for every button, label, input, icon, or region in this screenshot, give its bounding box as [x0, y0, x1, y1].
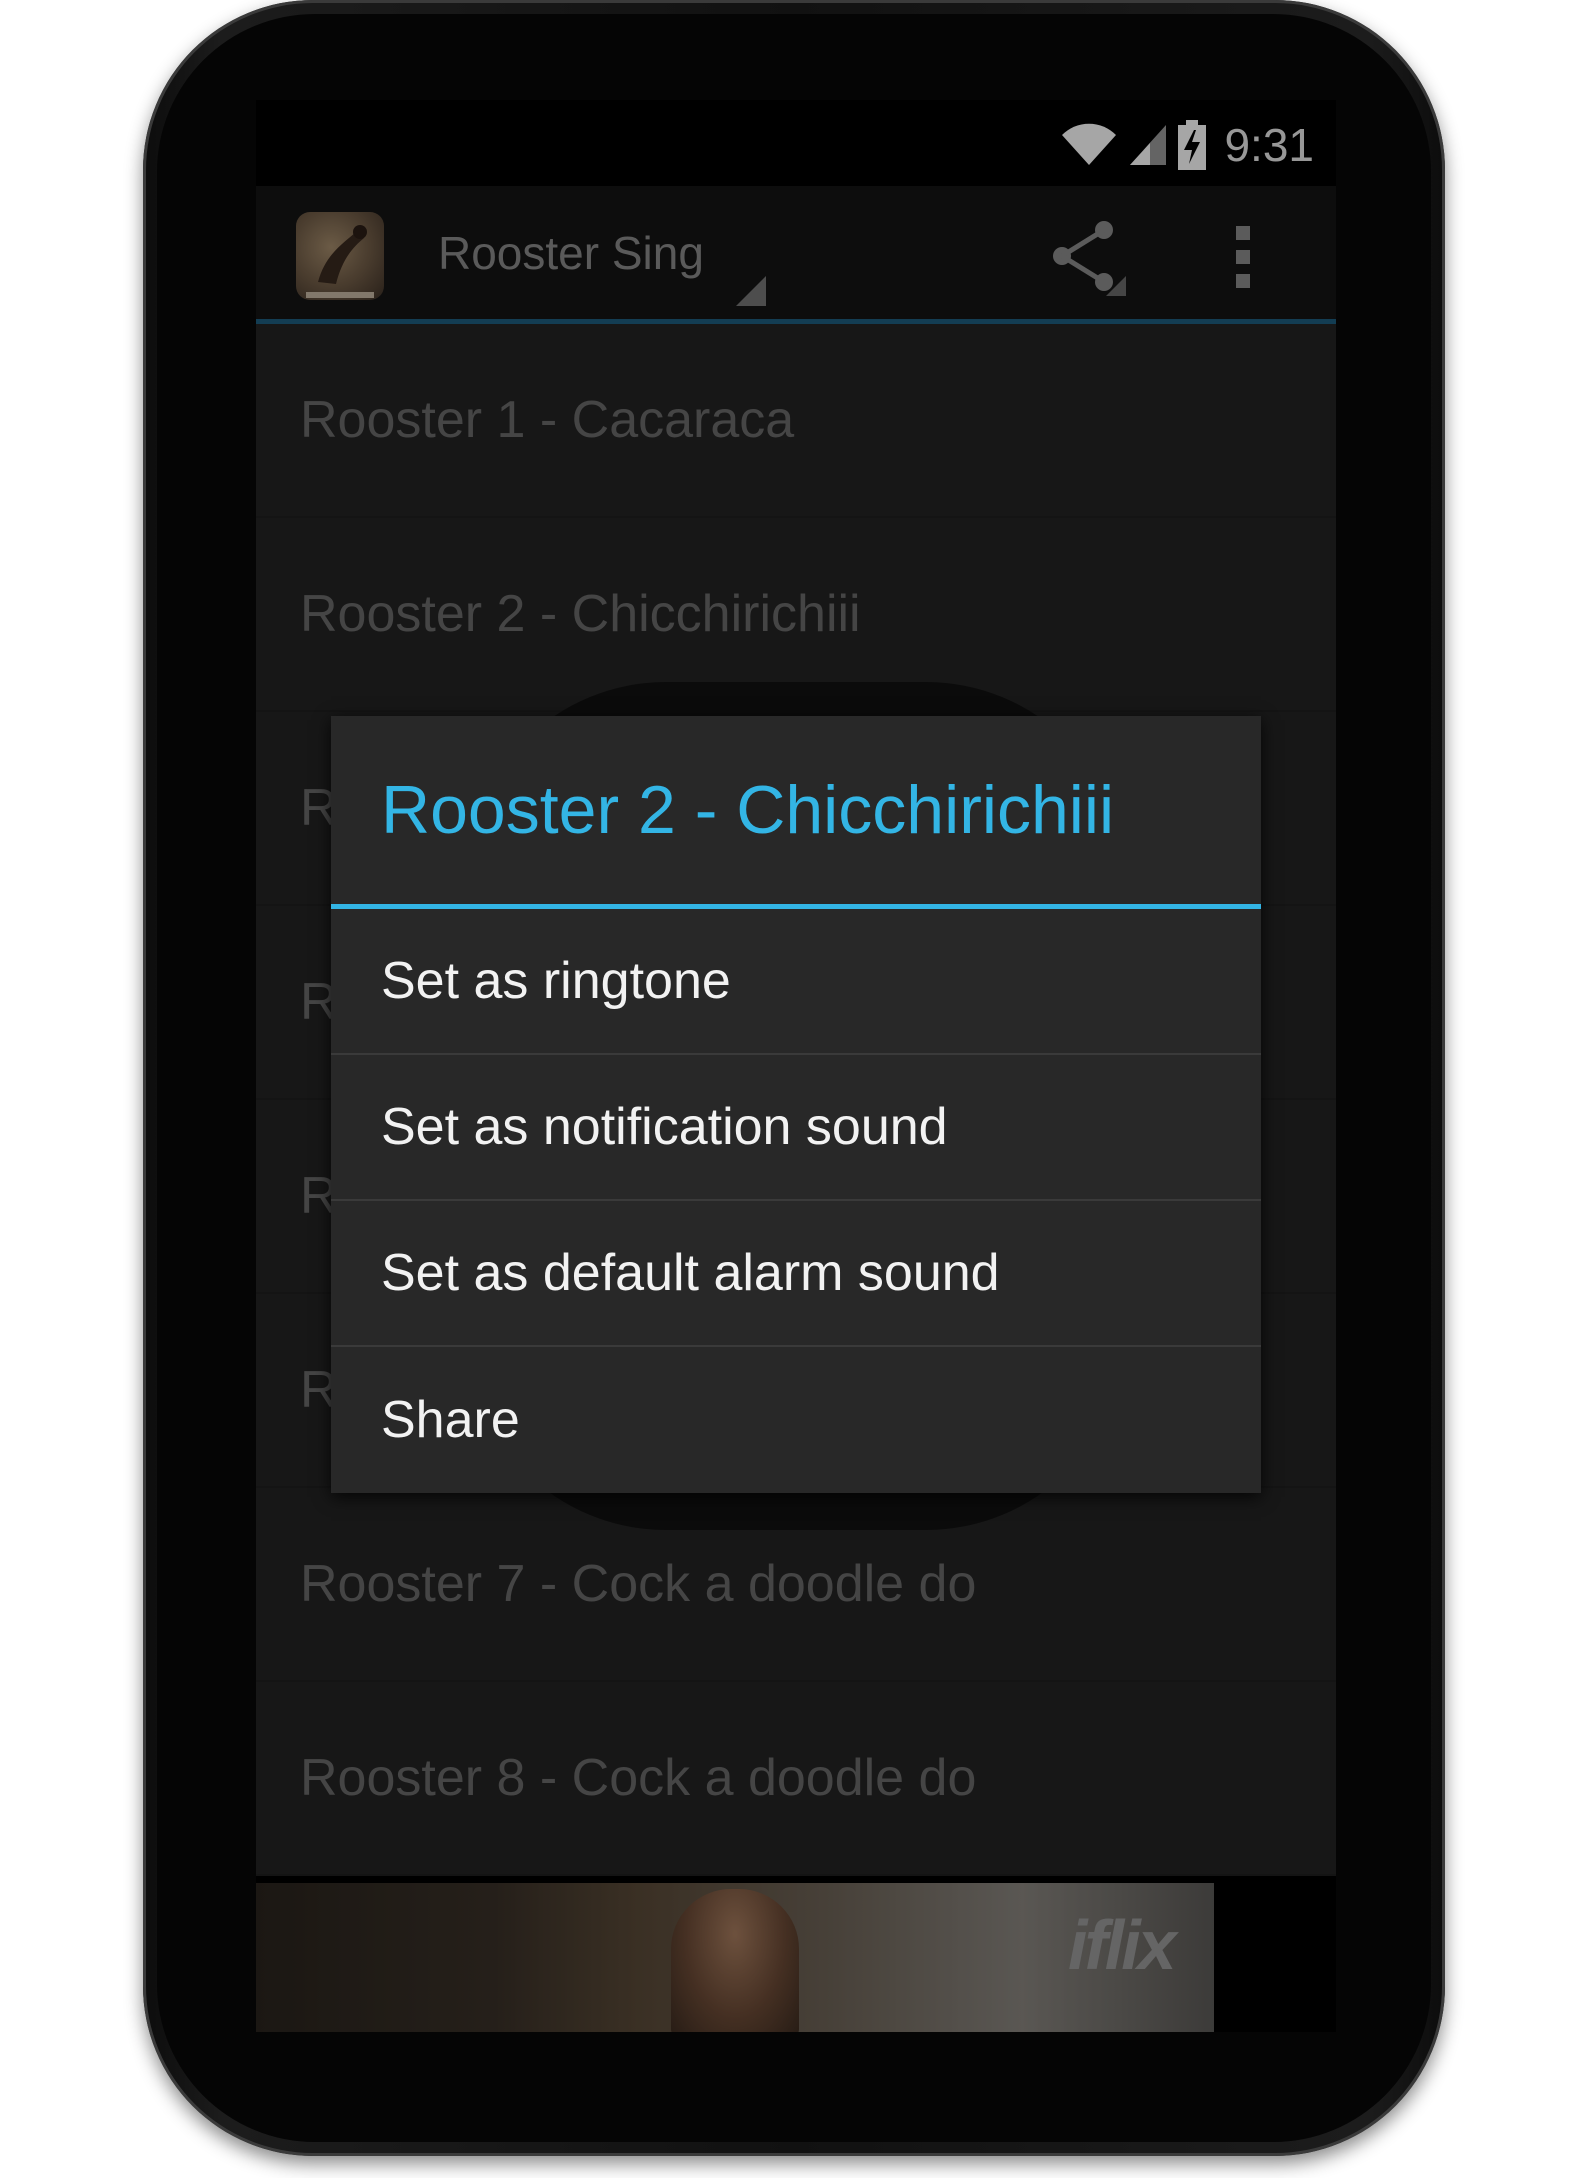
menu-item-share[interactable]: Share	[331, 1347, 1261, 1493]
menu-item-set-alarm[interactable]: Set as default alarm sound	[331, 1201, 1261, 1347]
menu-item-set-notification[interactable]: Set as notification sound	[331, 1055, 1261, 1201]
context-menu-dialog: Rooster 2 - Chicchirichiii Set as ringto…	[331, 716, 1261, 1493]
menu-item-set-ringtone[interactable]: Set as ringtone	[331, 909, 1261, 1055]
dialog-title: Rooster 2 - Chicchirichiii	[331, 716, 1261, 909]
screen: 9:31 Rooster Sing Rooster 1 - Cacaraca R…	[256, 100, 1336, 2032]
